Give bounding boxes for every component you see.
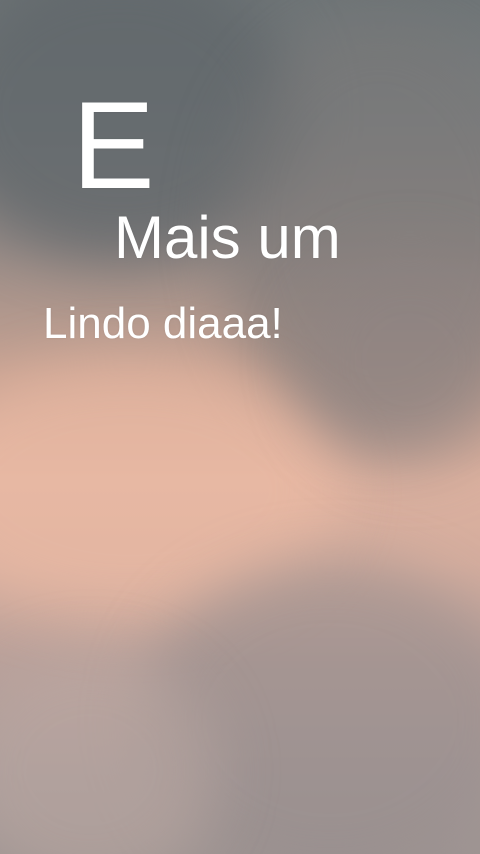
caption-line-2: Mais um <box>114 204 341 271</box>
caption-line-1: E <box>72 77 155 215</box>
story-canvas: E Mais um Lindo diaaa! <box>0 0 480 854</box>
caption-line-3: Lindo diaaa! <box>43 299 283 348</box>
